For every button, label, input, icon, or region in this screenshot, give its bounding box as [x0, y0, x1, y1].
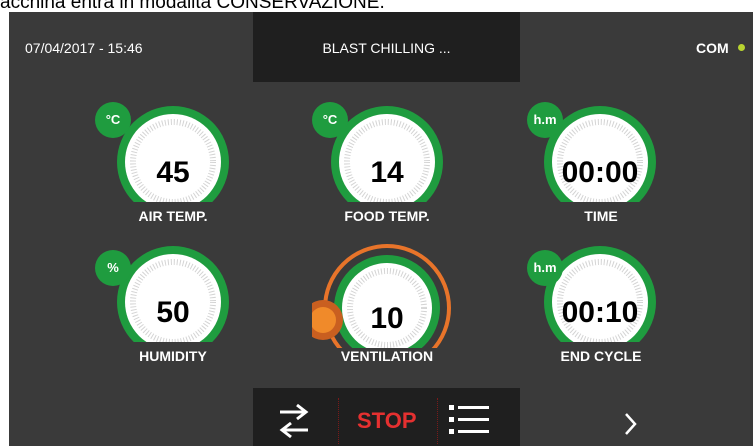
end-cycle-unit-badge: h.m — [527, 250, 563, 286]
ventilation-dial-icon — [312, 244, 462, 354]
air-temp-unit-badge: °C — [95, 102, 131, 138]
com-status: COM — [696, 40, 729, 56]
humidity-unit-badge: % — [95, 250, 131, 286]
program-title: BLAST CHILLING ... — [322, 40, 451, 56]
end-cycle-label: END CYCLE — [560, 348, 642, 364]
datetime: 07/04/2017 - 15:46 — [25, 40, 143, 56]
food-temp-unit-badge: °C — [312, 102, 348, 138]
toolbar-divider — [437, 398, 438, 444]
gauge-dial-icon — [540, 246, 660, 354]
time-unit-badge: h.m — [527, 102, 563, 138]
list-icon[interactable] — [447, 402, 491, 443]
humidity-value: 50 — [156, 296, 190, 329]
gauge-dial-icon — [113, 106, 233, 214]
stop-button[interactable]: STOP — [357, 408, 417, 434]
time-label: TIME — [584, 208, 618, 224]
com-status-dot-icon — [738, 44, 745, 51]
chevron-right-icon[interactable] — [621, 410, 641, 443]
air-temp-label: AIR TEMP. — [138, 208, 208, 224]
swap-arrows-icon[interactable] — [277, 402, 311, 446]
gauge-dial-icon — [113, 246, 233, 354]
food-temp-value: 14 — [370, 156, 404, 189]
air-temp-value: 45 — [156, 156, 190, 189]
ventilation-label: VENTILATION — [340, 348, 434, 364]
toolbar-divider — [338, 398, 339, 444]
end-cycle-gauge[interactable]: 00:10 — [540, 234, 660, 354]
ventilation-gauge[interactable]: 10 — [312, 234, 462, 354]
food-temp-label: FOOD TEMP. — [344, 208, 430, 224]
air-temp-gauge[interactable]: 45 — [113, 94, 233, 214]
ventilation-value: 10 — [370, 302, 404, 335]
time-value: 00:00 — [561, 156, 639, 189]
program-title-box[interactable]: BLAST CHILLING ... — [253, 12, 520, 82]
humidity-gauge[interactable]: 50 — [113, 234, 233, 354]
end-cycle-value: 00:10 — [561, 296, 639, 329]
humidity-label: HUMIDITY — [139, 348, 207, 364]
control-panel: 07/04/2017 - 15:46 BLAST CHILLING ... CO… — [9, 12, 753, 446]
bottom-toolbar: STOP — [253, 388, 520, 446]
